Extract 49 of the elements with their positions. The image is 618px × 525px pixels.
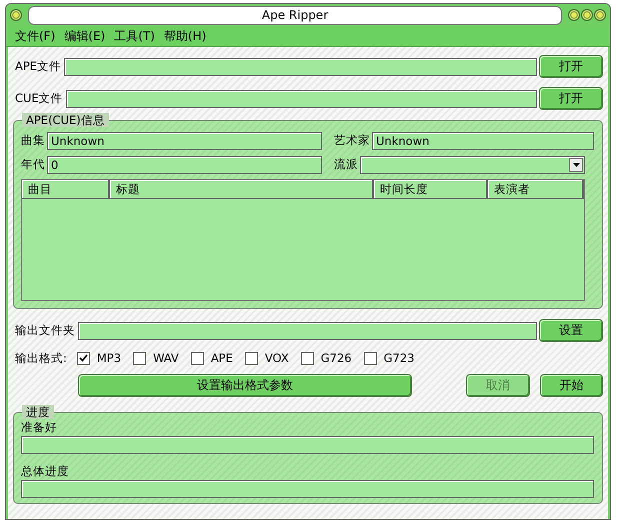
group-title: APE(CUE)信息 — [22, 113, 109, 127]
field-label: 输出格式: — [14, 350, 68, 366]
window-button-icon[interactable] — [581, 9, 593, 21]
column-header[interactable]: 表演者 — [488, 180, 584, 198]
field-label: 流派 — [334, 157, 359, 172]
checkbox-label: VOX — [264, 351, 289, 365]
menu-item[interactable]: 工具(T) — [114, 28, 155, 44]
menu-item[interactable]: 帮助(H) — [164, 28, 206, 44]
field-label: 艺术家 — [334, 133, 371, 148]
button[interactable]: 打开 — [539, 87, 603, 110]
button[interactable]: 设置输出格式参数 — [78, 374, 412, 397]
input-field[interactable] — [78, 322, 537, 340]
checkbox-label: APE — [210, 351, 233, 365]
window-button-icon[interactable] — [568, 9, 580, 21]
checkbox[interactable] — [364, 352, 377, 364]
checkbox[interactable] — [190, 352, 204, 364]
field-label: 曲集 — [21, 133, 46, 148]
dropdown[interactable] — [360, 156, 585, 174]
checkbox[interactable] — [300, 352, 314, 364]
button[interactable]: 开始 — [540, 374, 603, 397]
input-field[interactable] — [66, 90, 537, 108]
checkbox[interactable] — [244, 352, 258, 364]
input-field[interactable] — [64, 58, 537, 76]
window-button-icon[interactable] — [10, 9, 22, 21]
input-field[interactable]: Unknown — [372, 132, 594, 150]
button[interactable]: 打开 — [539, 55, 603, 78]
group-title: 进度 — [22, 405, 54, 419]
menu-item[interactable]: 编辑(E) — [64, 28, 106, 44]
input-field[interactable]: 0 — [47, 156, 322, 174]
progress-label: 总体进度 — [21, 464, 70, 479]
field-label: APE文件 — [14, 59, 62, 74]
checkbox-label: G723 — [384, 351, 414, 365]
field-label: CUE文件 — [14, 91, 64, 106]
menu-item[interactable]: 文件(F) — [15, 28, 56, 44]
checkbox-label: WAV — [153, 351, 179, 365]
field-label: 输出文件夹 — [14, 323, 76, 338]
window-button-icon[interactable] — [594, 9, 606, 21]
field-label: 年代 — [21, 157, 46, 172]
button[interactable]: 设置 — [539, 319, 603, 342]
checkbox[interactable] — [133, 352, 146, 364]
checkbox-label: MP3 — [96, 351, 122, 365]
column-header[interactable]: 标题 — [110, 180, 374, 198]
checkbox-label: G726 — [320, 351, 352, 365]
column-header[interactable]: 时间长度 — [374, 180, 488, 198]
input-field[interactable]: Unknown — [47, 132, 322, 150]
progress-label: 准备好 — [21, 420, 58, 435]
column-header[interactable]: 曲目 — [22, 180, 110, 198]
checkbox[interactable] — [76, 352, 90, 364]
window-title: Ape Ripper — [28, 6, 562, 24]
